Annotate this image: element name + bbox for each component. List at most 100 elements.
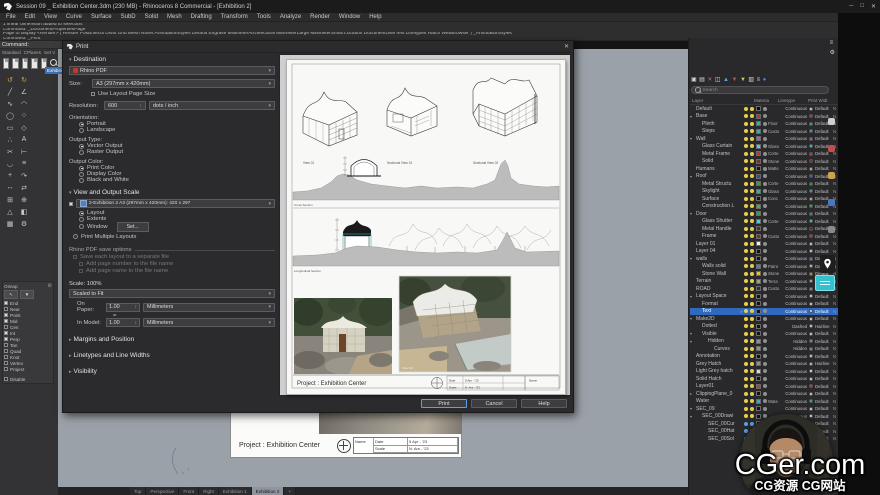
- layer-lock-icon[interactable]: [750, 317, 754, 321]
- menu-item[interactable]: Mesh: [167, 14, 182, 20]
- resolution-select[interactable]: 600↕: [104, 101, 146, 110]
- radio-icon[interactable]: [79, 224, 84, 229]
- layer-search-input[interactable]: Search: [691, 86, 829, 94]
- pdf-save-option[interactable]: Add page name to the file name: [79, 267, 275, 274]
- layer-print-color[interactable]: [809, 264, 813, 268]
- layer-on-bulb-icon[interactable]: [744, 227, 748, 231]
- layer-linetype[interactable]: Continuous: [781, 376, 809, 381]
- ellipse-tool-icon[interactable]: ○: [18, 110, 30, 121]
- points-tool-icon[interactable]: ∴: [4, 134, 16, 145]
- menu-item[interactable]: Window: [339, 14, 360, 20]
- layer-lock-icon[interactable]: [750, 347, 754, 351]
- layer-on-bulb-icon[interactable]: [744, 324, 748, 328]
- layer-on-bulb-icon[interactable]: [744, 384, 748, 388]
- panel-options-icon[interactable]: ≡: [830, 40, 835, 46]
- line-tool-icon[interactable]: ╱: [4, 86, 16, 97]
- layer-lock-icon[interactable]: [750, 302, 754, 306]
- undo-icon[interactable]: ↺: [4, 74, 16, 85]
- layer-lock-icon[interactable]: [750, 309, 754, 313]
- toolbar-tab[interactable]: Standard: [2, 50, 21, 55]
- layer-on-bulb-icon[interactable]: [744, 242, 748, 246]
- layer-print-color[interactable]: [809, 362, 813, 366]
- layer-row[interactable]: Plinth Floor Continuous Default N: [690, 120, 838, 128]
- layer-material-icon[interactable]: [763, 392, 767, 396]
- layer-linetype[interactable]: Continuous: [781, 159, 809, 164]
- layer-color-swatch[interactable]: [756, 354, 761, 359]
- size-select[interactable]: A3 (297mm x 420mm)▾: [92, 79, 275, 88]
- layer-lock-icon[interactable]: [750, 279, 754, 283]
- layer-color-swatch[interactable]: [756, 264, 761, 269]
- window-radio-option[interactable]: Window Set...: [79, 222, 275, 231]
- osnap-option[interactable]: Project: [4, 366, 52, 372]
- layer-print-width[interactable]: Default: [815, 241, 833, 246]
- layer-on-bulb-icon[interactable]: [744, 152, 748, 156]
- layer-print-width[interactable]: Hairline: [815, 361, 833, 366]
- radio-icon[interactable]: [79, 166, 84, 171]
- layer-linetype[interactable]: Continuous: [781, 234, 809, 239]
- in-model-units-select[interactable]: Millimeters▾: [143, 318, 275, 327]
- extrude-tool-icon[interactable]: △: [4, 206, 16, 217]
- layer-print-color[interactable]: [809, 279, 813, 283]
- osnap-checkbox[interactable]: [4, 367, 8, 371]
- circle-tool-icon[interactable]: ◯: [4, 110, 16, 121]
- layer-linetype[interactable]: Continuous: [781, 189, 809, 194]
- layer-row[interactable]: Solid Stone Continuous Default N: [690, 158, 838, 166]
- layer-print-color[interactable]: [809, 212, 813, 216]
- linetype-column-header[interactable]: Linetype: [778, 98, 808, 103]
- layer-lock-icon[interactable]: [750, 257, 754, 261]
- layer-material-icon[interactable]: [763, 227, 767, 231]
- search-icon[interactable]: [50, 58, 55, 67]
- layer-on-bulb-icon[interactable]: [744, 167, 748, 171]
- osnap-checkbox[interactable]: [4, 337, 8, 341]
- layer-material-icon[interactable]: [763, 174, 767, 178]
- layer-on-bulb-icon[interactable]: [744, 339, 748, 343]
- use-layout-page-size-option[interactable]: Use Layout Page Size: [91, 91, 275, 97]
- layer-print-color[interactable]: [809, 107, 813, 111]
- layer-on-bulb-icon[interactable]: [744, 399, 748, 403]
- layer-print-color[interactable]: [809, 129, 813, 133]
- curve-tool-icon[interactable]: ∿: [4, 98, 16, 109]
- layer-print-color[interactable]: [809, 347, 813, 351]
- layer-linetype[interactable]: Continuous: [781, 151, 809, 156]
- collapsed-section-header[interactable]: ▸Linetypes and Line Widths: [69, 352, 275, 359]
- layer-row[interactable]: Frame Custo Continuous Default N: [690, 233, 838, 241]
- help-button[interactable]: Help: [521, 399, 567, 408]
- layer-row[interactable]: Layer01 Continuous Default N: [690, 383, 838, 391]
- layer-on-bulb-icon[interactable]: [744, 189, 748, 193]
- print-multiple-layouts-option[interactable]: Print Multiple Layouts: [73, 233, 275, 240]
- dialog-close-icon[interactable]: ✕: [564, 43, 569, 50]
- menu-item[interactable]: Analyze: [280, 14, 301, 20]
- rotate-tool-icon[interactable]: ↷: [18, 170, 30, 181]
- display-tab-icon[interactable]: [828, 145, 835, 152]
- layer-lock-icon[interactable]: [750, 122, 754, 126]
- layer-material-icon[interactable]: [763, 294, 767, 298]
- layer-lock-icon[interactable]: [750, 354, 754, 358]
- layer-on-bulb-icon[interactable]: [744, 302, 748, 306]
- layer-row[interactable]: ▾ Wall Continuous Default N: [690, 135, 838, 143]
- layer-row[interactable]: Skylight Glass Continuous Default N: [690, 188, 838, 196]
- layer-lock-icon[interactable]: [750, 234, 754, 238]
- scale-tool-icon[interactable]: ↔: [4, 182, 16, 193]
- osnap-checkbox[interactable]: [4, 349, 8, 353]
- columns-icon[interactable]: ▥: [748, 76, 754, 84]
- layer-lock-icon[interactable]: [750, 212, 754, 216]
- layer-print-width[interactable]: Default: [815, 331, 833, 336]
- layer-color-swatch[interactable]: [756, 136, 761, 141]
- list-view-icon[interactable]: ≡: [757, 76, 761, 84]
- layer-material-icon[interactable]: [763, 264, 767, 268]
- osnap-disable-option[interactable]: Disable: [4, 376, 52, 382]
- gear-icon[interactable]: ⚙: [830, 49, 835, 56]
- radio-icon[interactable]: [79, 172, 84, 177]
- output-type-radio-option[interactable]: Raster Output: [79, 149, 275, 155]
- layer-color-swatch[interactable]: [756, 331, 761, 336]
- layer-on-bulb-icon[interactable]: [744, 377, 748, 381]
- layer-color-swatch[interactable]: [756, 196, 761, 201]
- layer-color-swatch[interactable]: [756, 249, 761, 254]
- layer-row[interactable]: Metal Frame Corte Continuous Default N: [690, 150, 838, 158]
- layer-linetype[interactable]: Continuous: [781, 136, 809, 141]
- move-down-layer-icon[interactable]: ▼: [732, 76, 738, 84]
- layer-row[interactable]: Dotted Dashed Hairline N: [690, 323, 838, 331]
- layer-color-swatch[interactable]: [756, 226, 761, 231]
- layer-linetype[interactable]: Continuous: [781, 114, 809, 119]
- menu-item[interactable]: SubD: [121, 14, 136, 20]
